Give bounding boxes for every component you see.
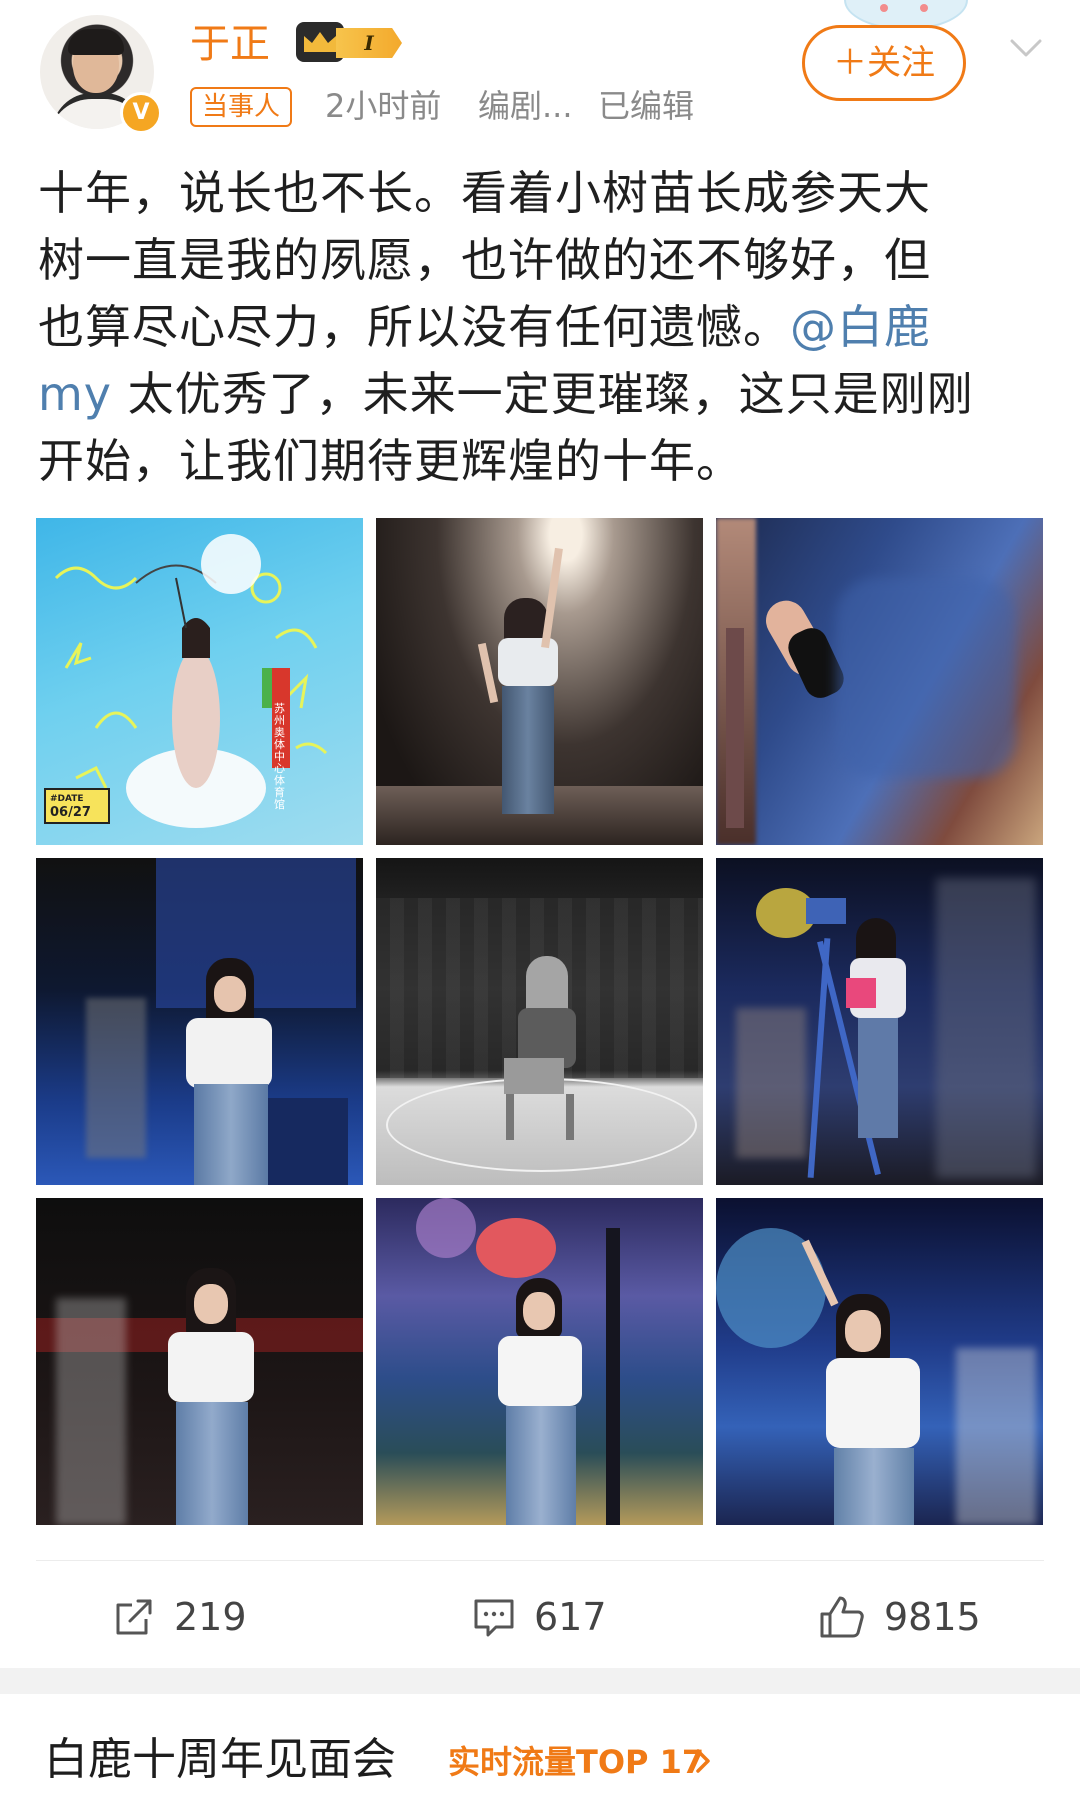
chevron-right-icon[interactable]: [692, 1746, 714, 1776]
weibo-post-page: V 于正 I 当事人 2小时前 编剧... 已编辑 ＋关注 十年，说长也不长。看…: [0, 0, 1080, 1814]
comment-icon: [474, 1599, 514, 1637]
photo-concert-poster[interactable]: #DATE 06/27 苏州奥体中心体育馆: [36, 518, 363, 845]
post-text-line: 也算尽心尽力，所以没有任何遗憾。@白鹿: [38, 294, 1048, 361]
like-button[interactable]: 9815: [818, 1589, 981, 1645]
like-count: 9815: [884, 1595, 981, 1639]
member-level: I: [336, 28, 402, 58]
chevron-down-icon[interactable]: [1008, 30, 1044, 66]
post-text-line: 十年，说长也不长。看着小树苗长成参天大: [38, 166, 931, 220]
poster-date: 06/27: [50, 805, 91, 820]
post-source: 编剧...: [478, 87, 573, 125]
verified-badge-icon: V: [120, 92, 162, 134]
author-name[interactable]: 于正: [190, 14, 270, 74]
photo-pose-stage[interactable]: [716, 1198, 1043, 1525]
topic-rank-badge[interactable]: 实时流量TOP 17: [448, 1740, 704, 1784]
topic-title[interactable]: 白鹿十周年见面会: [44, 1728, 396, 1792]
post-text-line: 开始，让我们期待更辉煌的十年。: [38, 434, 743, 488]
photo-rehearsal-camera[interactable]: [716, 858, 1043, 1185]
photo-chair-on-stage[interactable]: [376, 858, 703, 1185]
follow-button[interactable]: ＋关注: [802, 25, 966, 101]
repost-button[interactable]: 219: [112, 1589, 247, 1645]
repost-icon: [116, 1599, 152, 1635]
post-header: V 于正 I 当事人 2小时前 编剧... 已编辑 ＋关注: [0, 0, 1080, 150]
post-text: 十年，说长也不长。看着小树苗长成参天大 树一直是我的夙愿，也许做的还不够好，但 …: [38, 160, 1048, 495]
poster-venue: 苏州奥体中心体育馆: [274, 702, 285, 811]
post-text-line: 树一直是我的夙愿，也许做的还不够好，但: [38, 233, 931, 287]
mention-link[interactable]: @白鹿: [790, 300, 931, 354]
member-badge[interactable]: I: [296, 22, 408, 62]
repost-count: 219: [174, 1595, 247, 1639]
photo-stage-spotlight[interactable]: [376, 518, 703, 845]
photo-rehearsal-1[interactable]: [36, 858, 363, 1185]
photo-singing-stage[interactable]: [376, 1198, 703, 1525]
mention-link-continued[interactable]: my: [38, 367, 112, 421]
like-icon: [820, 1596, 864, 1638]
action-bar: 219 617 9815: [36, 1560, 1044, 1671]
section-divider: [0, 1668, 1080, 1694]
image-grid: #DATE 06/27 苏州奥体中心体育馆: [36, 518, 1044, 1526]
post-text-segment: 太优秀了，未来一定更璀璨，这只是刚刚: [112, 367, 974, 421]
comment-button[interactable]: 617: [472, 1589, 607, 1645]
comment-count: 617: [534, 1595, 607, 1639]
post-time: 2小时前: [325, 87, 442, 125]
post-text-line: my 太优秀了，未来一定更璀璨，这只是刚刚: [38, 361, 1048, 428]
photo-rehearsal-2[interactable]: [36, 1198, 363, 1525]
photo-microphone-closeup[interactable]: [716, 518, 1043, 845]
party-tag: 当事人: [190, 87, 293, 127]
edited-label[interactable]: 已编辑: [598, 83, 694, 129]
post-text-segment: 也算尽心尽力，所以没有任何遗憾。: [38, 300, 790, 354]
